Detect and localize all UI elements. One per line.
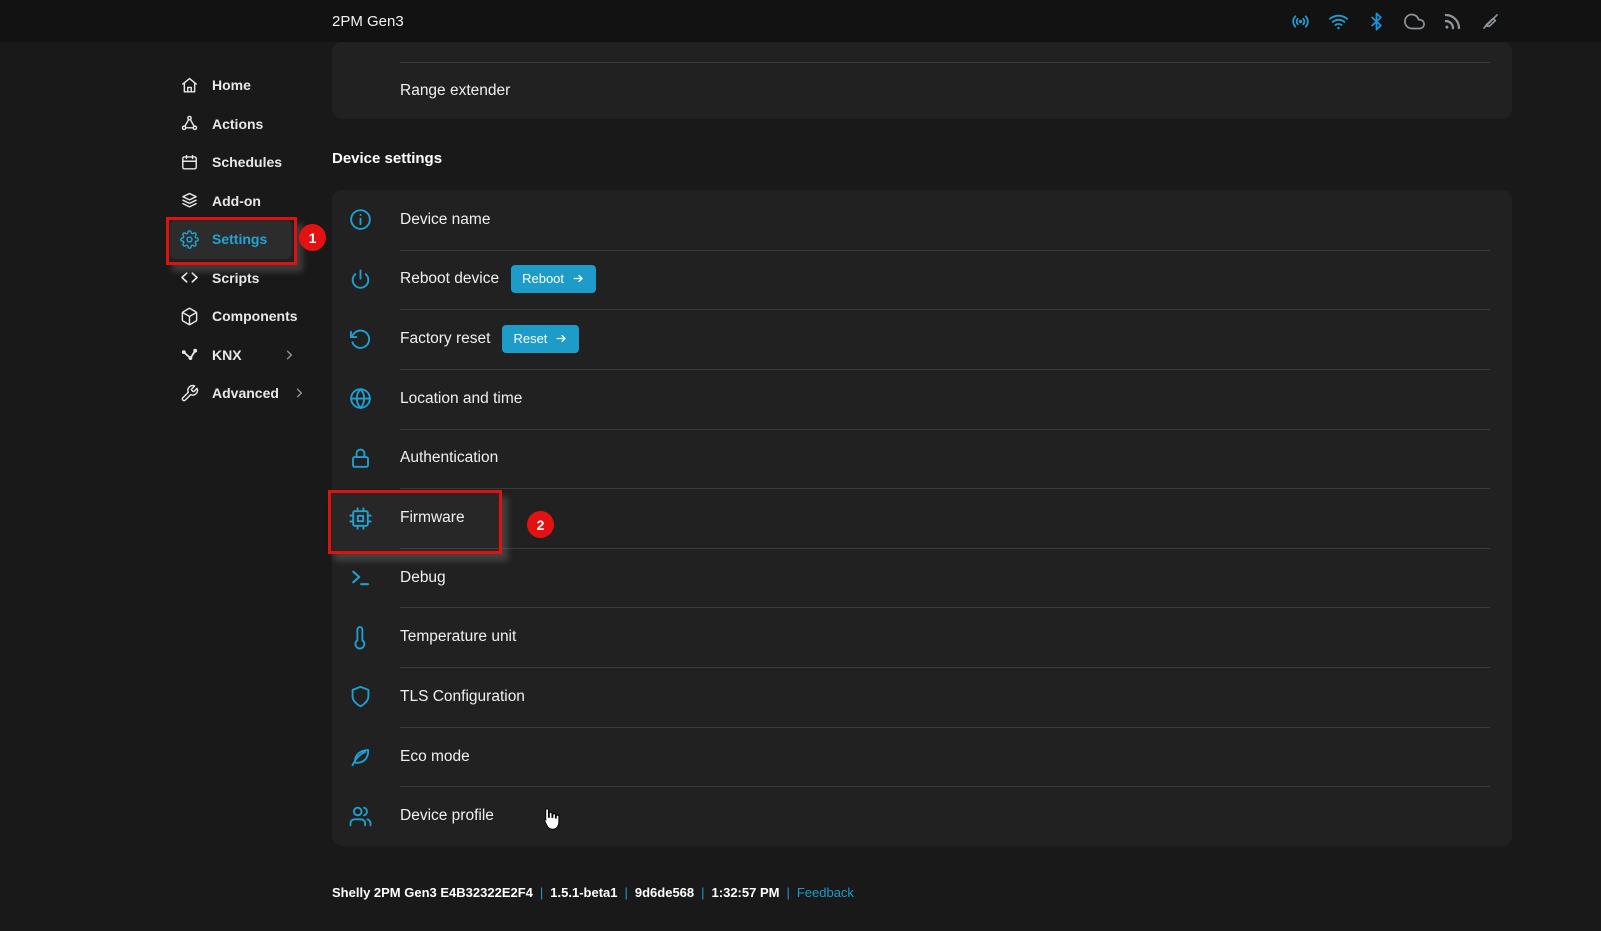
- users-icon: [348, 804, 373, 829]
- actions-icon: [180, 114, 199, 133]
- settings-row-factory-reset[interactable]: Factory reset Reset: [332, 309, 1512, 369]
- sidebar-item-label: Schedules: [212, 154, 282, 170]
- reset-icon: [348, 327, 373, 352]
- home-icon: [180, 76, 199, 95]
- arrow-right-icon: [572, 272, 585, 285]
- row-label: Reboot device: [400, 270, 499, 288]
- settings-row-temperature-unit[interactable]: Temperature unit: [332, 607, 1512, 667]
- settings-row-device-profile[interactable]: Device profile: [332, 786, 1512, 846]
- addon-icon: [180, 191, 199, 210]
- terminal-icon: [348, 565, 373, 590]
- sidebar-item-advanced[interactable]: Advanced: [170, 374, 306, 413]
- schedules-icon: [180, 153, 199, 172]
- globe-icon: [348, 386, 373, 411]
- sidebar-item-label: Components: [212, 308, 298, 324]
- section-title: Device settings: [332, 150, 442, 167]
- info-icon: [348, 207, 373, 232]
- range-extender-card: Range extender: [332, 42, 1512, 119]
- topbar: 2PM Gen3: [0, 0, 1601, 42]
- settings-row-location-and-time[interactable]: Location and time: [332, 369, 1512, 429]
- sidebar-item-label: Actions: [212, 116, 263, 132]
- row-label: Firmware: [400, 509, 465, 527]
- footer: Shelly 2PM Gen3 E4B32322E2F4 | 1.5.1-bet…: [332, 885, 854, 900]
- row-label: Debug: [400, 569, 446, 587]
- button-label: Reset: [513, 331, 547, 346]
- arrow-right-icon: [555, 332, 568, 345]
- ap-mode-icon: [1290, 11, 1311, 32]
- scripts-icon: [180, 268, 199, 287]
- settings-row-reboot-device[interactable]: Reboot device Reboot: [332, 250, 1512, 310]
- settings-row-tls-configuration[interactable]: TLS Configuration: [332, 667, 1512, 727]
- sidebar-item-label: Scripts: [212, 270, 259, 286]
- footer-device-id: Shelly 2PM Gen3 E4B32322E2F4: [332, 885, 533, 900]
- sidebar-item-label: Advanced: [212, 385, 279, 401]
- settings-row-authentication[interactable]: Authentication: [332, 429, 1512, 489]
- reboot-button[interactable]: Reboot: [511, 265, 596, 293]
- shelly-device-ui: 2PM Gen3 Home Actions Schedules Add-on Setti…: [0, 0, 1601, 931]
- settings-row-firmware[interactable]: Firmware: [332, 488, 1512, 548]
- mqtt-icon: [1442, 11, 1463, 32]
- settings-row-range-extender[interactable]: Range extender: [332, 62, 1512, 119]
- row-label: Device name: [400, 211, 490, 229]
- settings-row-device-name[interactable]: Device name: [332, 190, 1512, 250]
- button-label: Reboot: [522, 271, 564, 286]
- sidebar-item-components[interactable]: Components: [170, 297, 306, 336]
- footer-build-hash: 9d6de568: [635, 885, 694, 900]
- signal-bars-icon: [350, 80, 372, 102]
- sidebar-item-label: Home: [212, 77, 251, 93]
- knx-icon: [180, 345, 199, 364]
- row-label: Authentication: [400, 449, 498, 467]
- status-icon-bar: [1290, 0, 1501, 42]
- page-title: 2PM Gen3: [332, 0, 404, 42]
- advanced-icon: [180, 384, 199, 403]
- footer-separator: |: [701, 885, 704, 900]
- sidebar-item-label: Settings: [212, 231, 267, 247]
- sidebar-item-settings[interactable]: Settings: [170, 220, 292, 259]
- chevron-right-icon: [292, 386, 306, 400]
- bluetooth-icon: [1366, 11, 1387, 32]
- knx-status-icon: [1480, 11, 1501, 32]
- row-label: Eco mode: [400, 748, 470, 766]
- reset-button[interactable]: Reset: [502, 325, 579, 353]
- sidebar-item-label: KNX: [212, 347, 242, 363]
- annotation-badge-1: 1: [299, 224, 326, 251]
- sidebar-item-schedules[interactable]: Schedules: [170, 143, 306, 182]
- footer-separator: |: [624, 885, 627, 900]
- footer-device-time: 1:32:57 PM: [712, 885, 780, 900]
- components-icon: [180, 307, 199, 326]
- row-label: Temperature unit: [400, 628, 516, 646]
- lock-icon: [348, 446, 373, 471]
- footer-firmware-version: 1.5.1-beta1: [550, 885, 617, 900]
- shield-icon: [348, 684, 373, 709]
- wifi-icon: [1328, 11, 1349, 32]
- chevron-right-icon: [282, 348, 296, 362]
- power-icon: [348, 267, 373, 292]
- thermometer-icon: [348, 625, 373, 650]
- footer-separator: |: [540, 885, 543, 900]
- leaf-icon: [348, 744, 373, 769]
- feedback-link[interactable]: Feedback: [797, 885, 854, 900]
- row-label: Range extender: [400, 82, 510, 100]
- settings-gear-icon: [180, 230, 199, 249]
- sidebar-item-actions[interactable]: Actions: [170, 105, 306, 144]
- row-label: Device profile: [400, 807, 494, 825]
- sidebar-item-home[interactable]: Home: [170, 66, 306, 105]
- sidebar-item-scripts[interactable]: Scripts: [170, 259, 306, 298]
- sidebar-item-label: Add-on: [212, 193, 261, 209]
- sidebar-item-add-on[interactable]: Add-on: [170, 182, 306, 221]
- settings-row-debug[interactable]: Debug: [332, 548, 1512, 608]
- row-label: Location and time: [400, 390, 522, 408]
- row-label: TLS Configuration: [400, 688, 525, 706]
- cpu-icon: [348, 506, 373, 531]
- row-label: Factory reset: [400, 330, 490, 348]
- sidebar-item-knx[interactable]: KNX: [170, 336, 306, 375]
- footer-separator: |: [786, 885, 789, 900]
- device-settings-card: Device name Reboot device Reboot Factory re…: [332, 190, 1512, 846]
- cloud-icon: [1404, 11, 1425, 32]
- settings-row-eco-mode[interactable]: Eco mode: [332, 727, 1512, 787]
